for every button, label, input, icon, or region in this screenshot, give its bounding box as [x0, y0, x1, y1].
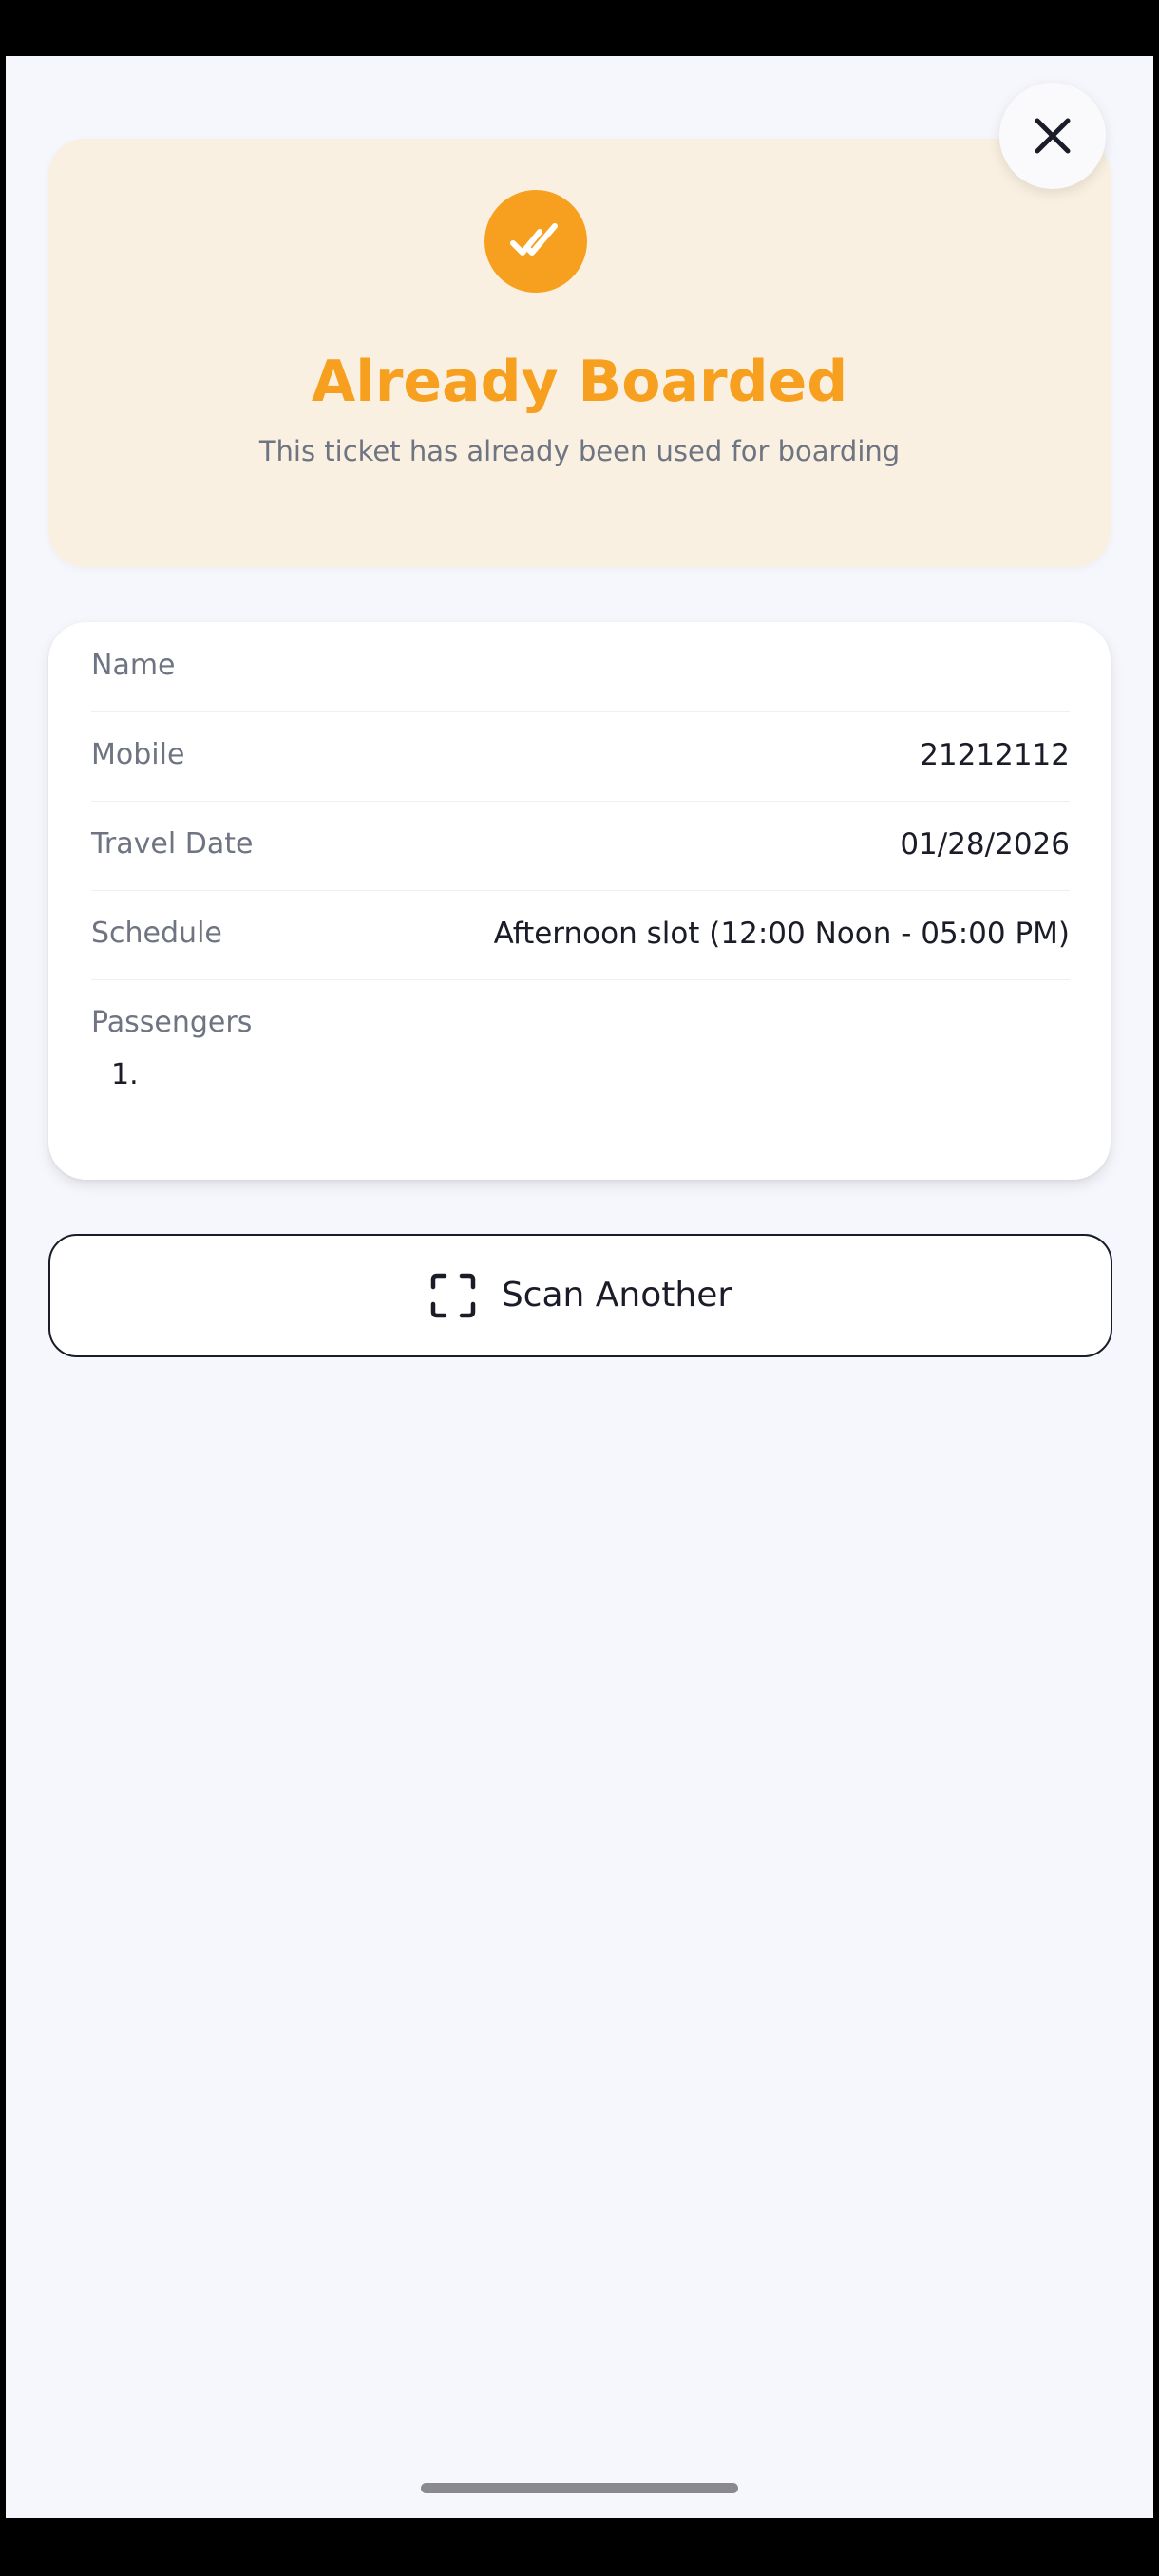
scan-another-label: Scan Another — [501, 1276, 732, 1315]
status-icon-circle — [484, 190, 587, 293]
schedule-value: Afternoon slot (12:00 Noon - 05:00 PM) — [493, 917, 1070, 951]
mobile-label: Mobile — [91, 738, 185, 771]
name-label: Name — [91, 649, 176, 682]
passenger-list-item: 1. — [111, 1058, 139, 1091]
status-subtitle: This ticket has already been used for bo… — [258, 435, 901, 467]
travel-date-label: Travel Date — [91, 827, 254, 861]
double-check-icon — [510, 223, 558, 256]
ticket-details-card: Name Mobile 21212112 Travel Date 01/28/2… — [48, 622, 1111, 1180]
close-button[interactable] — [999, 83, 1106, 189]
travel-date-value: 01/28/2026 — [900, 827, 1070, 862]
detail-row-mobile: Mobile 21212112 — [91, 711, 1070, 802]
scan-another-button[interactable]: Scan Another — [48, 1234, 1112, 1357]
status-title: Already Boarded — [311, 349, 848, 415]
screen: Already Boarded This ticket has already … — [6, 56, 1153, 2518]
mobile-value: 21212112 — [920, 738, 1070, 772]
passengers-label: Passengers — [91, 1006, 253, 1039]
scan-frame-icon — [430, 1273, 476, 1318]
home-indicator[interactable] — [421, 2483, 738, 2493]
detail-row-schedule: Schedule Afternoon slot (12:00 Noon - 05… — [91, 890, 1070, 980]
schedule-label: Schedule — [91, 917, 222, 950]
detail-row-travel-date: Travel Date 01/28/2026 — [91, 801, 1070, 891]
close-icon — [1035, 118, 1071, 154]
detail-row-name: Name — [91, 622, 1070, 712]
